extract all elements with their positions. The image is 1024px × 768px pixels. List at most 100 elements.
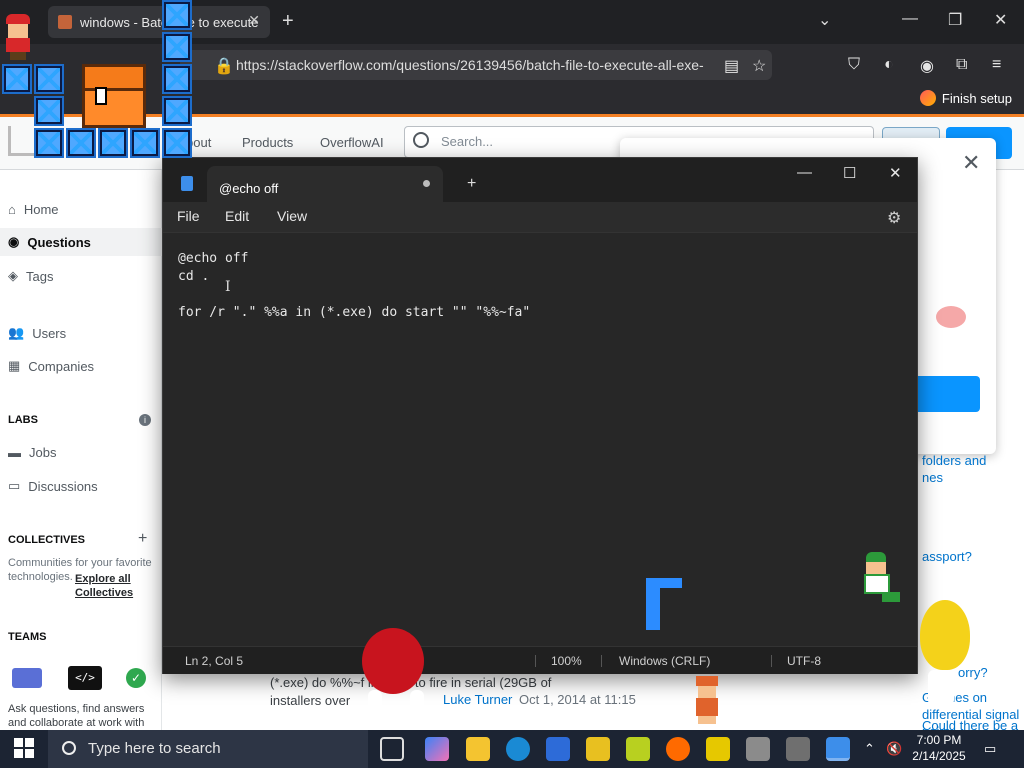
taskbar-search-icon bbox=[62, 741, 76, 755]
reader-view-icon[interactable]: ▤ bbox=[724, 56, 739, 76]
pocket-icon[interactable]: ⛉ bbox=[848, 56, 860, 74]
tab-list-icon[interactable]: ⌄ bbox=[818, 10, 831, 30]
finish-setup-button[interactable]: Finish setup bbox=[919, 90, 1012, 106]
stackoverflow-favicon-icon bbox=[58, 15, 72, 29]
sidebar-item-jobs[interactable]: ▬ Jobs bbox=[8, 445, 56, 460]
status-divider bbox=[771, 655, 772, 667]
sidebar-label: Jobs bbox=[29, 445, 57, 460]
related-link-2[interactable]: assport? bbox=[922, 548, 972, 565]
menu-icon[interactable]: ≡ bbox=[992, 56, 1001, 74]
notepad-minimize-button[interactable]: — bbox=[797, 164, 812, 181]
lock-icon[interactable]: 🔒 bbox=[214, 56, 234, 76]
yellow-mm-legs bbox=[928, 670, 954, 706]
tray-chevron-icon[interactable]: ⌃ bbox=[864, 741, 875, 757]
settings-gear-icon[interactable]: ⚙ bbox=[887, 208, 901, 228]
questions-icon: ◉ bbox=[8, 234, 20, 249]
file-explorer-icon[interactable] bbox=[466, 737, 490, 761]
status-zoom[interactable]: 100% bbox=[551, 654, 582, 668]
notepad-taskbar-icon[interactable] bbox=[826, 737, 850, 761]
minimize-button[interactable]: — bbox=[902, 10, 918, 28]
browser-tab-bar: windows - Batch file to execute ✕ + ⌄ — … bbox=[0, 0, 1024, 44]
extensions-icon[interactable]: ⧉ bbox=[956, 56, 967, 74]
app-icon-1[interactable] bbox=[586, 737, 610, 761]
teams-heading: TEAMS bbox=[8, 631, 47, 643]
ice-block-icon bbox=[34, 96, 64, 126]
stackoverflow-logo-icon[interactable] bbox=[8, 126, 34, 156]
bookmark-star-icon[interactable]: ☆ bbox=[752, 56, 766, 76]
ice-block-icon bbox=[162, 128, 192, 158]
new-tab-button[interactable]: + bbox=[282, 10, 294, 33]
account-icon[interactable]: ◉ bbox=[920, 56, 934, 76]
add-collective-icon[interactable]: + bbox=[138, 530, 147, 548]
status-divider bbox=[601, 655, 602, 667]
discussions-icon: ▭ bbox=[8, 478, 21, 493]
address-bar[interactable]: https://stackoverflow.com/questions/2613… bbox=[180, 50, 772, 80]
menu-view[interactable]: View bbox=[277, 208, 307, 224]
windows-start-icon[interactable] bbox=[14, 738, 34, 758]
notepad-tab[interactable]: @echo off bbox=[207, 166, 443, 202]
notepad-maximize-button[interactable]: ☐ bbox=[843, 164, 856, 182]
notepad-menubar: File Edit View ⚙ bbox=[163, 202, 917, 232]
treasure-chest-icon bbox=[82, 64, 146, 128]
app-icon-3[interactable] bbox=[706, 737, 730, 761]
sidebar-item-tags[interactable]: ◈ Tags bbox=[8, 268, 53, 284]
related-link-1[interactable]: folders and nes bbox=[922, 452, 986, 486]
notepad-app-icon bbox=[181, 176, 193, 191]
finish-setup-label: Finish setup bbox=[941, 90, 1012, 106]
sidebar-label: Discussions bbox=[28, 478, 98, 494]
question-excerpt-line: (*.exe) do %%~f like this to fire in ser… bbox=[270, 675, 552, 690]
notepad-editor[interactable]: @echo off cd . for /r "." %%a in (*.exe)… bbox=[163, 232, 917, 646]
ice-block-icon bbox=[162, 32, 192, 62]
volume-muted-icon[interactable]: 🔇 bbox=[886, 741, 902, 757]
sidebar-item-users[interactable]: 👥 Users bbox=[8, 325, 66, 341]
sidebar-item-home[interactable]: ⌂ Home bbox=[8, 202, 59, 217]
task-view-icon[interactable] bbox=[380, 737, 404, 761]
window-close-button[interactable]: ✕ bbox=[994, 10, 1007, 30]
tab-close-icon[interactable]: ✕ bbox=[248, 12, 260, 29]
related-link-3[interactable]: orry? bbox=[958, 664, 988, 681]
info-icon[interactable]: i bbox=[139, 414, 151, 426]
nav-overflowai[interactable]: OverflowAI bbox=[320, 135, 384, 150]
red-mm-leg bbox=[368, 690, 382, 714]
teams-code-icon: </> bbox=[68, 666, 102, 690]
question-user-link[interactable]: Luke Turner bbox=[443, 692, 512, 707]
modal-close-button[interactable]: ✕ bbox=[962, 150, 980, 176]
menu-edit[interactable]: Edit bbox=[225, 208, 249, 224]
explore-collectives-link[interactable]: Explore all Collectives bbox=[75, 572, 155, 600]
notepad-close-button[interactable]: ✕ bbox=[889, 164, 902, 182]
teams-description: Ask questions, find answers and collabor… bbox=[8, 703, 145, 729]
notifications-icon[interactable]: ▭ bbox=[984, 741, 996, 757]
app-icon-5[interactable] bbox=[786, 737, 810, 761]
edge-icon[interactable] bbox=[506, 737, 530, 761]
notepad-window: @echo off + — ☐ ✕ File Edit View ⚙ @echo… bbox=[162, 157, 918, 674]
store-icon[interactable] bbox=[546, 737, 570, 761]
status-line-ending[interactable]: Windows (CRLF) bbox=[619, 654, 710, 668]
app-icon-4[interactable] bbox=[746, 737, 770, 761]
firefox-icon[interactable] bbox=[666, 737, 690, 761]
clock-date: 2/14/2025 bbox=[912, 749, 966, 763]
taskbar-clock[interactable]: 7:00 PM 2/14/2025 bbox=[908, 732, 970, 764]
sidebar-item-discussions[interactable]: ▭ Discussions bbox=[8, 478, 98, 494]
unsaved-dot-icon[interactable] bbox=[423, 180, 430, 187]
ice-block-icon bbox=[162, 96, 192, 126]
ice-block-icon bbox=[162, 64, 192, 94]
modal-illustration bbox=[936, 306, 966, 328]
restore-button[interactable]: ❐ bbox=[948, 10, 962, 30]
notepad-new-tab-button[interactable]: + bbox=[467, 175, 476, 193]
question-date: Oct 1, 2014 at 11:15 bbox=[519, 692, 636, 707]
copilot-icon[interactable] bbox=[425, 737, 449, 761]
sync-icon[interactable]: ◐ bbox=[884, 56, 894, 74]
app-icon-2[interactable] bbox=[626, 737, 650, 761]
browser-tab[interactable]: windows - Batch file to execute ✕ bbox=[48, 6, 270, 38]
status-encoding[interactable]: UTF-8 bbox=[787, 654, 821, 668]
menu-file[interactable]: File bbox=[177, 208, 200, 224]
sidebar-item-questions[interactable]: ◉ Questions bbox=[0, 228, 162, 256]
clock-time: 7:00 PM bbox=[916, 733, 962, 747]
firefox-setup-icon bbox=[919, 90, 936, 106]
sidebar-label: Users bbox=[32, 325, 67, 341]
taskbar-search-box[interactable]: Type here to search bbox=[48, 730, 368, 768]
nav-products[interactable]: Products bbox=[242, 135, 293, 150]
status-divider bbox=[535, 655, 536, 667]
sidebar-item-companies[interactable]: ▦ Companies bbox=[8, 358, 94, 374]
mario-sprite-icon bbox=[4, 14, 32, 62]
